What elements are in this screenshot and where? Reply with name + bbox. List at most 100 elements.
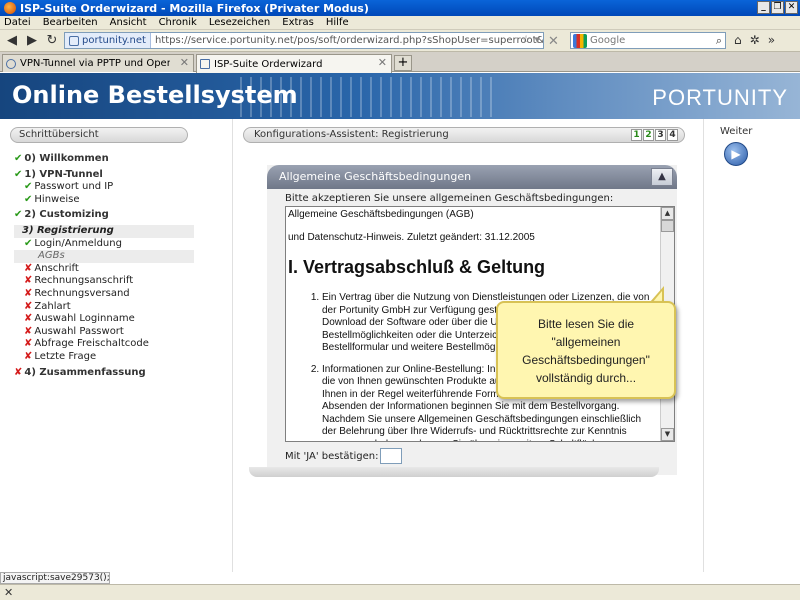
bookmark-star-icon[interactable]: ☆ ▾ xyxy=(521,33,540,46)
menu-datei[interactable]: Datei xyxy=(4,17,31,28)
right-column xyxy=(703,119,800,572)
tab-label: ISP-Suite Orderwizard xyxy=(214,58,323,70)
tab-vpn-tunnel[interactable]: VPN-Tunnel via PPTP und OpenVPN (Tarif..… xyxy=(2,54,194,72)
wizard-step-1: 1 xyxy=(631,129,642,141)
menu-chronik[interactable]: Chronik xyxy=(159,17,197,28)
reload-icon[interactable]: ↻ xyxy=(44,33,60,49)
confirm-input[interactable] xyxy=(380,448,403,464)
cross-icon: ✘ xyxy=(24,313,33,325)
cross-icon: ✘ xyxy=(24,338,33,350)
check-icon: ✔ xyxy=(14,153,23,164)
agb-confirm: Mit 'JA' bestätigen: xyxy=(285,448,403,464)
tab-bar: VPN-Tunnel via PPTP und OpenVPN (Tarif..… xyxy=(0,52,800,73)
step-label: Login/Anmeldung xyxy=(34,237,122,249)
step-item[interactable]: ✔ Login/Anmeldung xyxy=(14,238,194,251)
step-label: 4) Zusammenfassung xyxy=(24,366,146,378)
tooltip-line: vollständig durch... xyxy=(535,371,637,385)
weiter-arrow-icon[interactable]: ▶ xyxy=(724,142,748,166)
search-icon[interactable]: ⌕ xyxy=(716,34,722,48)
search-placeholder: Google xyxy=(590,35,626,46)
step-item: ✘ Zahlart xyxy=(14,301,194,314)
search-bar[interactable]: Google ⌕ xyxy=(570,32,726,49)
step-label: Anschrift xyxy=(34,262,79,274)
step-sidebar: Schrittübersicht ✔ 0) Willkommen ✔ 1) VPN-… xyxy=(0,119,197,572)
forward-arrow-icon[interactable]: ▶ xyxy=(24,33,40,49)
status-link: javascript:save29573(); xyxy=(0,572,110,584)
cross-icon: ✘ xyxy=(24,262,33,274)
back-arrow-icon[interactable]: ◀ xyxy=(4,33,20,49)
step-item: ✘ Auswahl Passwort xyxy=(14,326,194,339)
tab-close-icon[interactable]: ✕ xyxy=(180,56,189,69)
cross-icon: ✘ xyxy=(24,300,33,312)
cross-icon: ✘ xyxy=(24,325,33,337)
minimize-button[interactable]: _ xyxy=(757,1,770,14)
step-item: ✘ Rechnungsversand xyxy=(14,288,194,301)
collapse-icon[interactable]: ▲ xyxy=(651,168,673,186)
step-label: 3) Registrierung xyxy=(22,224,114,236)
step-label: Letzte Frage xyxy=(34,350,97,362)
step-item[interactable]: ✔ Hinweise xyxy=(14,194,194,207)
url-bar[interactable]: portunity.net https://service.portunity.… xyxy=(64,32,544,49)
step-item[interactable]: ✔ 0) Willkommen xyxy=(14,153,194,166)
check-icon: ✔ xyxy=(14,209,23,221)
step-list: ✔ 0) Willkommen ✔ 1) VPN-Tunnel ✔ Passwort … xyxy=(14,153,194,379)
tab-close-icon[interactable]: ✕ xyxy=(378,56,387,69)
step-label: Rechnungsversand xyxy=(34,287,130,299)
menu-bar: Datei Bearbeiten Ansicht Chronik Lesezei… xyxy=(0,16,800,30)
sidebar-header: Schrittübersicht xyxy=(10,127,188,143)
check-icon: ✔ xyxy=(24,237,33,249)
tab-favicon xyxy=(6,58,16,69)
wizard-step-2: 2 xyxy=(643,129,654,141)
step-label: Hinweise xyxy=(34,193,80,205)
step-item[interactable]: ✔ 1) VPN-Tunnel xyxy=(14,169,194,182)
close-button[interactable]: ✕ xyxy=(785,1,798,14)
portunity-logo: PORTUNITY xyxy=(652,85,788,110)
cross-icon: ✘ xyxy=(24,287,33,299)
panel-footer xyxy=(249,467,659,477)
cross-icon: ✘ xyxy=(14,366,23,378)
tab-label: VPN-Tunnel via PPTP und OpenVPN (Tarif..… xyxy=(20,58,170,69)
tooltip-line: Bitte lesen Sie die xyxy=(537,317,635,331)
menu-lesezeichen[interactable]: Lesezeichen xyxy=(209,17,270,28)
menu-ansicht[interactable]: Ansicht xyxy=(110,17,147,28)
navigation-bar: ◀ ▶ ↻ portunity.net https://service.port… xyxy=(0,30,800,52)
scroll-down-icon[interactable]: ▼ xyxy=(661,428,674,441)
home-icon[interactable]: ⌂ xyxy=(734,33,742,47)
agb-title: Allgemeine Geschäftsbedingungen xyxy=(279,170,472,183)
site-identity-button[interactable]: portunity.net xyxy=(65,33,151,48)
step-item-current-sub: AGBs xyxy=(14,250,194,263)
menu-chevron-icon[interactable]: » xyxy=(768,33,775,47)
window-titlebar: ISP-Suite Orderwizard - Mozilla Firefox … xyxy=(0,0,800,16)
menu-bearbeiten[interactable]: Bearbeiten xyxy=(43,17,98,28)
agb-panel-title: Allgemeine Geschäftsbedingungen ▲ xyxy=(267,165,677,189)
step-label: Abfrage Freischaltcode xyxy=(34,338,149,350)
menu-extras[interactable]: Extras xyxy=(282,17,314,28)
tab-favicon xyxy=(200,59,210,69)
step-label: Passwort und IP xyxy=(34,181,114,193)
cross-icon: ✘ xyxy=(24,350,33,362)
menu-hilfe[interactable]: Hilfe xyxy=(326,17,349,28)
read-agb-tooltip: Bitte lesen Sie die "allgemeinen Geschäf… xyxy=(496,301,676,399)
weiter-label: Weiter xyxy=(720,126,753,137)
close-icon[interactable]: ✕ xyxy=(4,586,13,599)
agb-prompt: Bitte akzeptieren Sie unsere allgemeinen… xyxy=(285,193,614,204)
new-tab-button[interactable]: + xyxy=(394,55,412,71)
wizard-header: Konfigurations-Assistent: Registrierung … xyxy=(243,127,685,143)
step-item[interactable]: ✔ Passwort und IP xyxy=(14,181,194,194)
step-item[interactable]: ✔ 2) Customizing xyxy=(14,209,194,222)
stop-icon[interactable]: ✕ xyxy=(548,34,559,49)
scroll-thumb[interactable] xyxy=(661,220,674,232)
wizard-steps: 1 2 3 4 xyxy=(631,129,678,141)
globe-icon xyxy=(69,35,79,46)
step-label: Zahlart xyxy=(34,300,71,312)
addon-icon[interactable]: ✲ xyxy=(750,33,760,47)
step-label: 1) VPN-Tunnel xyxy=(24,168,103,180)
page-banner: Online Bestellsystem PORTUNITY xyxy=(0,73,800,119)
step-item: ✘ Auswahl Loginname xyxy=(14,313,194,326)
scroll-up-icon[interactable]: ▲ xyxy=(661,207,674,220)
tooltip-line: Geschäftsbedingungen" xyxy=(522,353,650,367)
restore-button[interactable]: ❐ xyxy=(771,1,784,14)
wizard-title: Konfigurations-Assistent: Registrierung xyxy=(254,129,449,140)
tab-orderwizard[interactable]: ISP-Suite Orderwizard ✕ xyxy=(196,54,392,73)
confirm-label: Mit 'JA' bestätigen: xyxy=(285,450,379,462)
